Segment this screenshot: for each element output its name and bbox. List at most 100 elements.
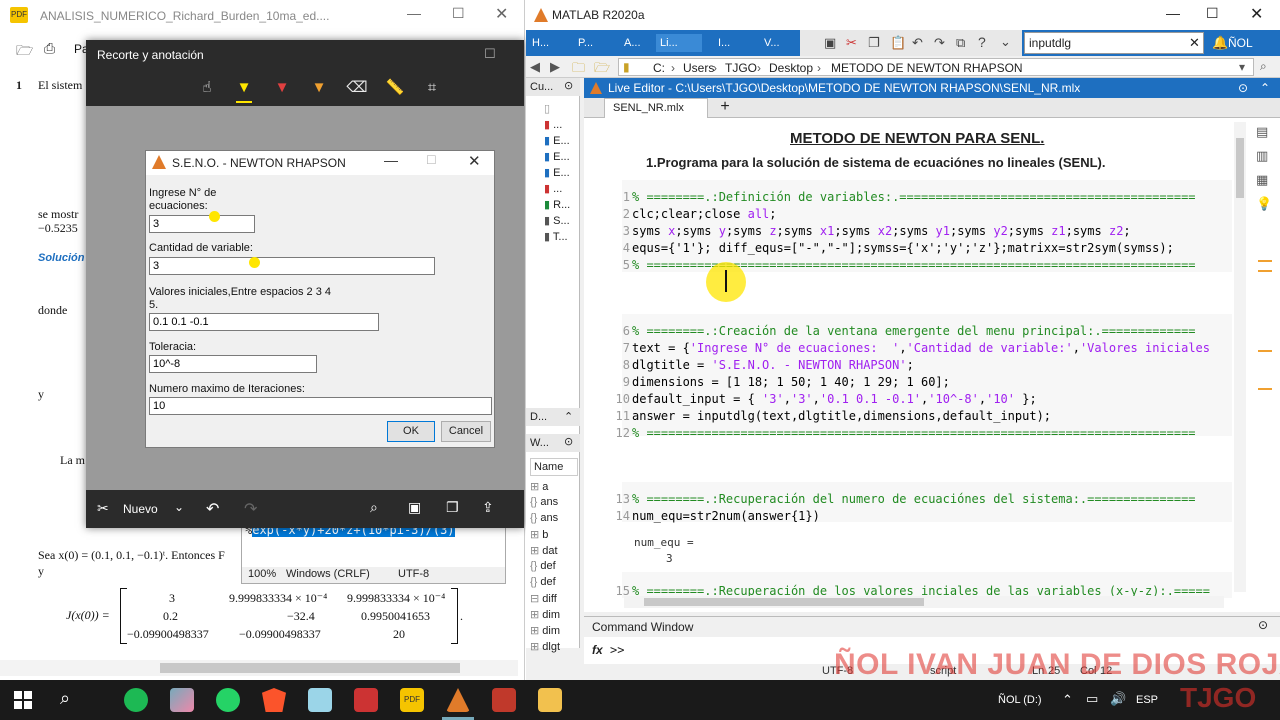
- cancel-button[interactable]: Cancel: [441, 421, 491, 442]
- list-item[interactable]: ⊞ dim: [530, 608, 560, 624]
- list-item[interactable]: {} ans: [530, 496, 560, 512]
- details-panel-header[interactable]: D... ⌃: [526, 408, 580, 426]
- search-documentation[interactable]: inputdlg ✕: [1024, 32, 1204, 54]
- search-input[interactable]: inputdlg: [1029, 36, 1071, 50]
- folder-icon[interactable]: 🗁: [16, 40, 33, 64]
- list-item[interactable]: ⊞ dlgt: [530, 640, 560, 656]
- tolerance-input[interactable]: [149, 355, 317, 373]
- editor-horizontal-scrollbar[interactable]: [624, 596, 1224, 608]
- pdf-reader-icon[interactable]: PDF: [400, 688, 424, 712]
- list-item[interactable]: ▮ E...: [544, 134, 570, 150]
- redo-icon[interactable]: ↷: [244, 499, 257, 519]
- list-item[interactable]: {} def: [530, 576, 560, 592]
- print-icon[interactable]: ⎙: [44, 40, 55, 57]
- save-icon[interactable]: ▣: [408, 499, 421, 516]
- lightbulb-icon[interactable]: 💡: [1256, 196, 1272, 212]
- close-icon[interactable]: ✕: [1250, 4, 1263, 24]
- touch-write-icon[interactable]: ☝: [195, 76, 219, 100]
- list-item[interactable]: ⊞ dim: [530, 624, 560, 640]
- switch-windows-icon[interactable]: ⧉: [956, 35, 965, 51]
- minimize-icon[interactable]: —: [407, 5, 421, 21]
- add-tab-icon[interactable]: +: [714, 98, 736, 118]
- hide-code-icon[interactable]: ▦: [1256, 172, 1268, 188]
- panel-menu-icon[interactable]: ⊙: [564, 435, 573, 448]
- close-icon[interactable]: ✕: [468, 152, 481, 170]
- close-icon[interactable]: ✕: [495, 4, 508, 24]
- copy-icon[interactable]: ❐: [446, 499, 459, 516]
- path-segment[interactable]: C:: [653, 61, 665, 75]
- redo-icon[interactable]: ↷: [934, 35, 945, 51]
- chevron-up-icon[interactable]: ⌃: [1260, 78, 1270, 98]
- variables-input[interactable]: [149, 257, 435, 275]
- highlighter-icon[interactable]: ▼: [307, 76, 331, 100]
- spotify-icon[interactable]: [124, 688, 148, 712]
- list-item[interactable]: {} ans: [530, 512, 560, 528]
- undo-icon[interactable]: ↶: [206, 499, 219, 519]
- list-item[interactable]: ▮ S...: [544, 214, 570, 230]
- drive-label[interactable]: ÑOL (D:): [998, 694, 1042, 706]
- tab-view[interactable]: V...: [764, 34, 780, 52]
- share-icon[interactable]: ⇪: [482, 499, 494, 516]
- equations-input[interactable]: [149, 215, 255, 233]
- cut-icon[interactable]: ✂: [846, 35, 857, 51]
- list-item[interactable]: ▮ T...: [544, 230, 570, 246]
- panel-menu-icon[interactable]: ⊙: [1258, 618, 1268, 632]
- user-account[interactable]: ÑOL: [1228, 36, 1253, 50]
- list-item[interactable]: ▮ ...: [544, 118, 570, 134]
- scrollbar-thumb[interactable]: [1236, 138, 1244, 198]
- list-item[interactable]: ⊞ b: [530, 528, 560, 544]
- output-inline-icon[interactable]: ▤: [1256, 124, 1268, 140]
- max-iterations-input[interactable]: [149, 397, 492, 415]
- current-folder-title[interactable]: Cu...: [530, 81, 553, 93]
- path-segment[interactable]: Users: [683, 61, 714, 75]
- chevron-up-icon[interactable]: ⌃: [1062, 692, 1073, 708]
- save-icon[interactable]: ▣: [824, 35, 836, 51]
- crop-icon[interactable]: ⌗: [420, 76, 444, 100]
- current-folder-path[interactable]: ▮ C: › Users › TJGO › Desktop › METODO D…: [618, 58, 1254, 76]
- volume-icon[interactable]: 🔊: [1110, 691, 1126, 707]
- list-item[interactable]: ▮ R...: [544, 198, 570, 214]
- copy-icon[interactable]: ❐: [868, 35, 880, 51]
- list-item[interactable]: ⊞ a: [530, 480, 560, 496]
- output-right-icon[interactable]: ▥: [1256, 148, 1268, 164]
- windows-start-icon[interactable]: [14, 691, 32, 709]
- dropdown-icon[interactable]: ⌄: [1000, 34, 1011, 50]
- list-item[interactable]: ▮ E...: [544, 166, 570, 182]
- editor-content[interactable]: METODO DE NEWTON PARA SENL. 1.Programa p…: [596, 118, 1236, 598]
- brave-icon[interactable]: [262, 688, 286, 712]
- workspace-column-name[interactable]: Name: [530, 458, 578, 476]
- command-prompt[interactable]: >>: [610, 643, 624, 657]
- chevron-up-icon[interactable]: ⌃: [564, 410, 573, 423]
- back-icon[interactable]: ◀: [530, 59, 540, 75]
- language-indicator[interactable]: ESP: [1136, 694, 1158, 706]
- path-segment[interactable]: METODO DE NEWTON RHAPSON: [831, 61, 1023, 75]
- help-icon[interactable]: ?: [978, 34, 986, 50]
- initial-values-input[interactable]: [149, 313, 379, 331]
- scrollbar-thumb[interactable]: [160, 663, 460, 673]
- undo-icon[interactable]: ↶: [912, 35, 923, 51]
- panel-menu-icon[interactable]: ⊙: [564, 79, 573, 92]
- ballpoint-pen-icon[interactable]: ▼: [232, 76, 256, 100]
- maximize-icon[interactable]: ☐: [484, 46, 496, 62]
- minimize-icon[interactable]: —: [384, 152, 398, 168]
- path-segment[interactable]: Desktop: [769, 61, 813, 75]
- tab-home[interactable]: H...: [532, 34, 549, 52]
- file-explorer-icon[interactable]: [538, 688, 562, 712]
- chevron-down-icon[interactable]: ▾: [1239, 60, 1245, 74]
- snip-taskbar-icon[interactable]: [492, 688, 516, 712]
- clear-search-icon[interactable]: ✕: [1189, 35, 1200, 51]
- search-icon[interactable]: ⌕: [60, 688, 70, 709]
- search-icon[interactable]: ⌕: [1260, 59, 1267, 74]
- bell-icon[interactable]: 🔔: [1212, 35, 1228, 51]
- workspace-title[interactable]: W...: [530, 437, 549, 449]
- tab-live-editor[interactable]: Li...: [656, 34, 702, 52]
- forward-icon[interactable]: ▶: [550, 59, 560, 75]
- list-item[interactable]: ⊟ diff: [530, 592, 560, 608]
- scrollbar-thumb[interactable]: [644, 598, 924, 606]
- path-segment[interactable]: TJGO: [725, 61, 757, 75]
- zoom-icon[interactable]: ⌕: [370, 499, 378, 516]
- chevron-down-icon[interactable]: ⌄: [174, 500, 184, 514]
- ok-button[interactable]: OK: [387, 421, 435, 442]
- list-item[interactable]: ⊞ dat: [530, 544, 560, 560]
- list-item[interactable]: {} def: [530, 560, 560, 576]
